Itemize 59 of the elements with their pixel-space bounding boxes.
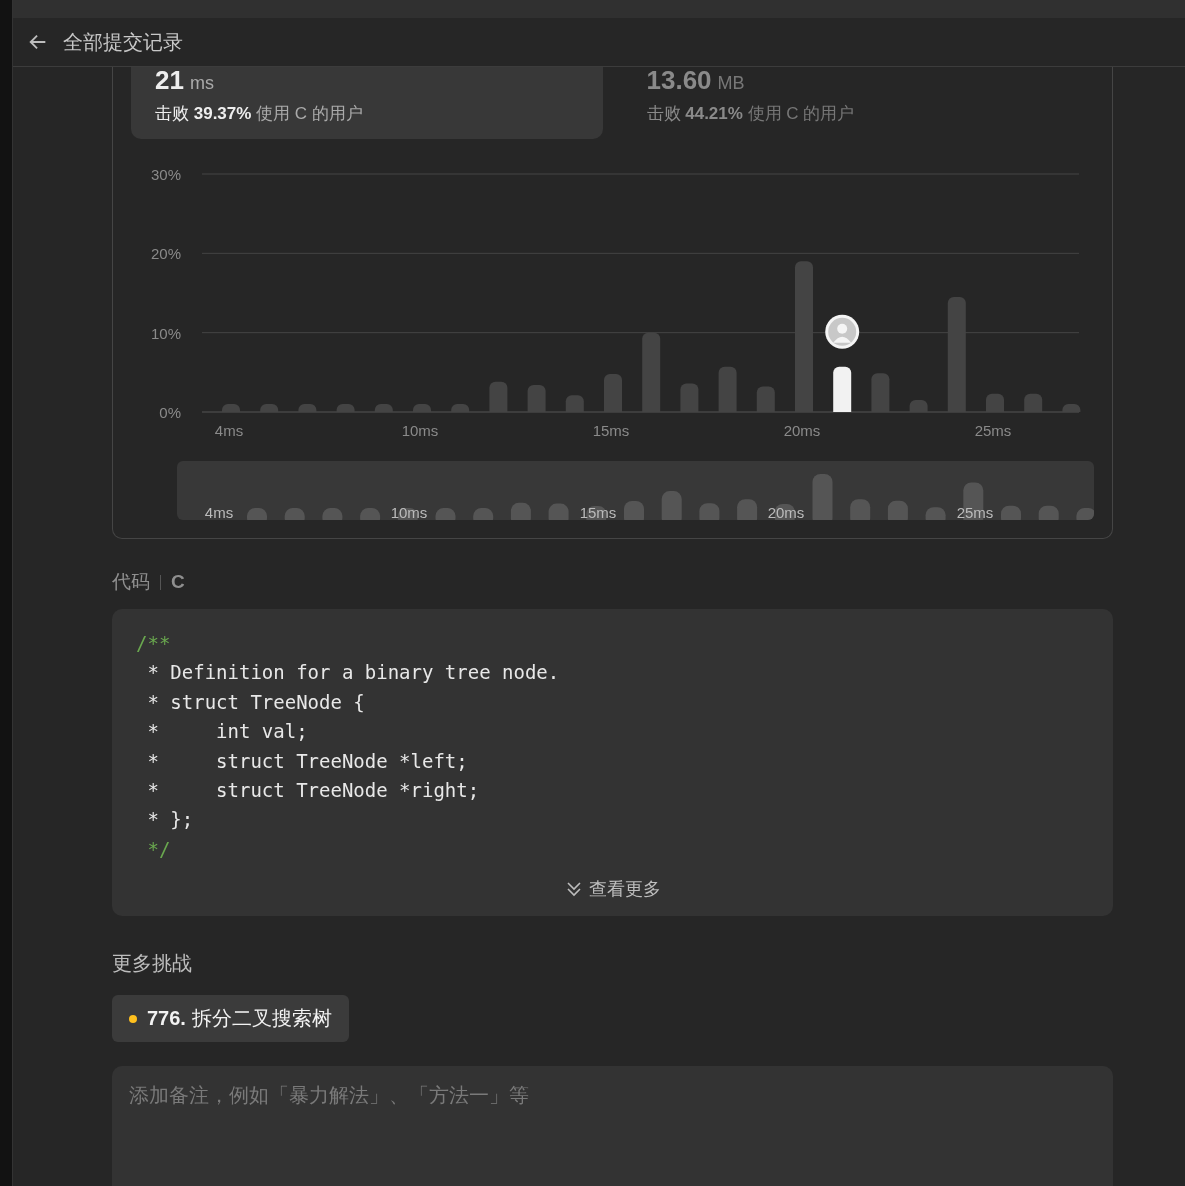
code-line: * int val; bbox=[146, 719, 309, 745]
overview-axis-label: 25ms bbox=[956, 504, 994, 520]
code-line: * struct TreeNode *right; bbox=[146, 778, 481, 804]
bar bbox=[909, 400, 928, 412]
code-line: * struct TreeNode *left; bbox=[146, 748, 469, 774]
bar bbox=[718, 366, 737, 412]
stat-unit: ms bbox=[189, 73, 214, 94]
x-axis-label: 15ms bbox=[592, 422, 630, 439]
y-axis-label: 30% bbox=[150, 166, 181, 183]
bar bbox=[298, 404, 317, 412]
bar bbox=[260, 404, 279, 412]
note-field[interactable]: 添加备注，例如「暴力解法」、「方法一」等 bbox=[112, 1066, 1113, 1186]
code-line: * }; bbox=[146, 807, 195, 833]
runtime-stat-tab[interactable]: 21 ms 击败 39.37% 使用 C 的用户 bbox=[131, 67, 603, 139]
bar bbox=[1062, 404, 1081, 412]
overview-axis-label: 4ms bbox=[204, 504, 234, 520]
comment-delimiter: */ bbox=[146, 836, 172, 862]
x-axis-label: 10ms bbox=[401, 422, 439, 439]
beat-percentage-text: 击败 39.37% 使用 C 的用户 bbox=[155, 103, 364, 125]
problem-link[interactable]: 776. 拆分二叉搜索树 bbox=[112, 995, 349, 1043]
overview-axis-label: 10ms bbox=[390, 504, 428, 520]
x-axis-label: 25ms bbox=[974, 422, 1012, 439]
bar bbox=[489, 381, 508, 412]
bar bbox=[336, 404, 355, 412]
y-axis-label: 20% bbox=[150, 245, 181, 263]
bar bbox=[374, 404, 393, 412]
bar bbox=[527, 385, 546, 412]
stat-unit: MB bbox=[717, 73, 745, 94]
bar bbox=[986, 393, 1004, 412]
bar bbox=[756, 386, 775, 412]
code-line: * Definition for a binary tree node. bbox=[146, 660, 561, 686]
x-axis-label: 4ms bbox=[214, 422, 244, 439]
stat-value: 13.60 bbox=[646, 67, 712, 96]
overview-axis-label: 20ms bbox=[767, 504, 805, 520]
overview-axis-label: 15ms bbox=[579, 504, 617, 520]
bar bbox=[1024, 393, 1043, 412]
code-line: * struct TreeNode { bbox=[146, 689, 366, 715]
show-more-button[interactable]: 查看更多 bbox=[558, 876, 667, 903]
language-label: C bbox=[171, 571, 185, 593]
bar bbox=[565, 395, 584, 412]
bar bbox=[680, 383, 699, 412]
stat-value: 21 bbox=[155, 67, 184, 96]
y-axis-label: 10% bbox=[150, 324, 181, 342]
section-title: 更多挑战 bbox=[112, 951, 193, 977]
avatar-icon bbox=[825, 314, 860, 349]
bar bbox=[871, 373, 890, 412]
code-label: 代码 bbox=[112, 570, 150, 594]
comment-delimiter: /** bbox=[136, 631, 172, 656]
memory-stat-tab[interactable]: 13.60 MB 击败 44.21% 使用 C 的用户 bbox=[622, 67, 1094, 139]
bar bbox=[413, 404, 431, 412]
y-axis-label: 0% bbox=[159, 404, 181, 421]
page-title: 全部提交记录 bbox=[63, 29, 183, 55]
bar bbox=[451, 404, 470, 412]
x-axis-label: 20ms bbox=[783, 422, 821, 439]
highlighted-bar bbox=[833, 366, 852, 412]
double-chevron-down-icon bbox=[564, 880, 583, 899]
bar bbox=[222, 404, 240, 412]
beat-percentage-text: 击败 44.21% 使用 C 的用户 bbox=[646, 103, 856, 125]
bar bbox=[604, 373, 622, 412]
